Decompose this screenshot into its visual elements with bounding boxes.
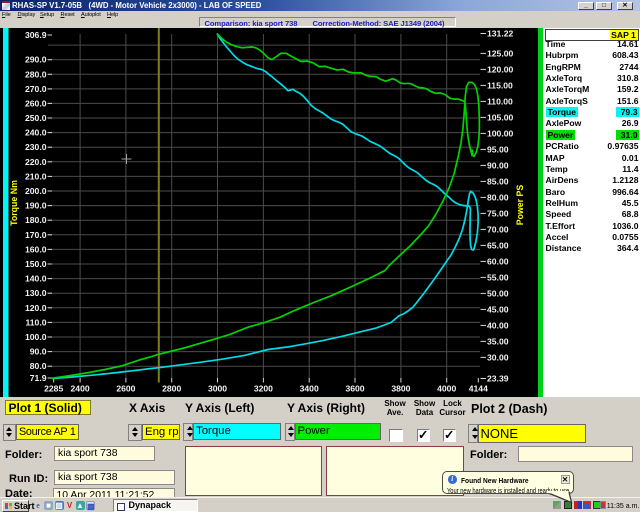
- svg-text:125.00: 125.00: [487, 48, 514, 58]
- svg-text:80.0: 80.0: [30, 361, 47, 371]
- svg-text:2285: 2285: [44, 384, 63, 394]
- svg-text:230.0: 230.0: [25, 142, 47, 152]
- svg-text:110.0: 110.0: [25, 317, 46, 327]
- svg-text:105.00: 105.00: [487, 112, 514, 122]
- svg-text:30.00: 30.00: [487, 352, 509, 362]
- svg-text:200.0: 200.0: [25, 186, 47, 196]
- svg-text:120.0: 120.0: [25, 303, 47, 313]
- svg-text:2400: 2400: [71, 384, 90, 394]
- svg-text:3600: 3600: [345, 384, 364, 394]
- svg-text:115.00: 115.00: [487, 80, 513, 90]
- svg-text:170.0: 170.0: [25, 230, 47, 240]
- svg-text:70.00: 70.00: [487, 224, 509, 234]
- svg-text:75.00: 75.00: [487, 208, 509, 218]
- svg-text:160.0: 160.0: [25, 244, 47, 254]
- svg-text:71.9: 71.9: [30, 373, 47, 383]
- svg-text:3200: 3200: [254, 384, 273, 394]
- svg-text:45.00: 45.00: [487, 304, 509, 314]
- svg-text:110.00: 110.00: [487, 96, 513, 106]
- svg-text:3000: 3000: [208, 384, 227, 394]
- svg-text:3400: 3400: [300, 384, 319, 394]
- svg-text:2800: 2800: [162, 384, 181, 394]
- svg-text:250.0: 250.0: [25, 113, 47, 123]
- svg-text:100.00: 100.00: [487, 128, 514, 138]
- svg-text:140.0: 140.0: [25, 274, 47, 284]
- svg-text:Torque Nm: Torque Nm: [9, 180, 19, 226]
- svg-text:270.0: 270.0: [25, 84, 47, 94]
- svg-text:4144: 4144: [469, 384, 488, 394]
- svg-text:Power PS: Power PS: [515, 185, 525, 226]
- svg-text:100.0: 100.0: [25, 332, 47, 342]
- svg-text:220.0: 220.0: [25, 157, 47, 167]
- svg-text:65.00: 65.00: [487, 240, 509, 250]
- svg-text:210.0: 210.0: [25, 171, 47, 181]
- svg-text:3800: 3800: [391, 384, 410, 394]
- svg-text:80.00: 80.00: [487, 192, 509, 202]
- svg-text:35.00: 35.00: [487, 336, 509, 346]
- svg-text:290.0: 290.0: [25, 55, 47, 65]
- svg-text:131.22: 131.22: [487, 29, 514, 39]
- svg-text:50.00: 50.00: [487, 288, 509, 298]
- svg-text:95.00: 95.00: [487, 144, 509, 154]
- svg-text:40.00: 40.00: [487, 320, 509, 330]
- svg-text:55.00: 55.00: [487, 272, 509, 282]
- svg-text:90.00: 90.00: [487, 160, 509, 170]
- svg-text:90.0: 90.0: [30, 347, 47, 357]
- svg-text:23.39: 23.39: [487, 374, 509, 384]
- svg-text:260.0: 260.0: [25, 98, 47, 108]
- svg-text:306.9: 306.9: [25, 30, 47, 40]
- svg-text:280.0: 280.0: [25, 69, 47, 79]
- svg-text:4000: 4000: [437, 384, 456, 394]
- svg-text:150.0: 150.0: [25, 259, 47, 269]
- svg-text:180.0: 180.0: [25, 215, 47, 225]
- svg-text:2600: 2600: [116, 384, 135, 394]
- svg-text:120.00: 120.00: [487, 64, 514, 74]
- svg-text:60.00: 60.00: [487, 256, 509, 266]
- svg-text:190.0: 190.0: [25, 201, 47, 211]
- svg-text:240.0: 240.0: [25, 128, 47, 138]
- svg-text:130.0: 130.0: [25, 288, 47, 298]
- svg-text:85.00: 85.00: [487, 176, 509, 186]
